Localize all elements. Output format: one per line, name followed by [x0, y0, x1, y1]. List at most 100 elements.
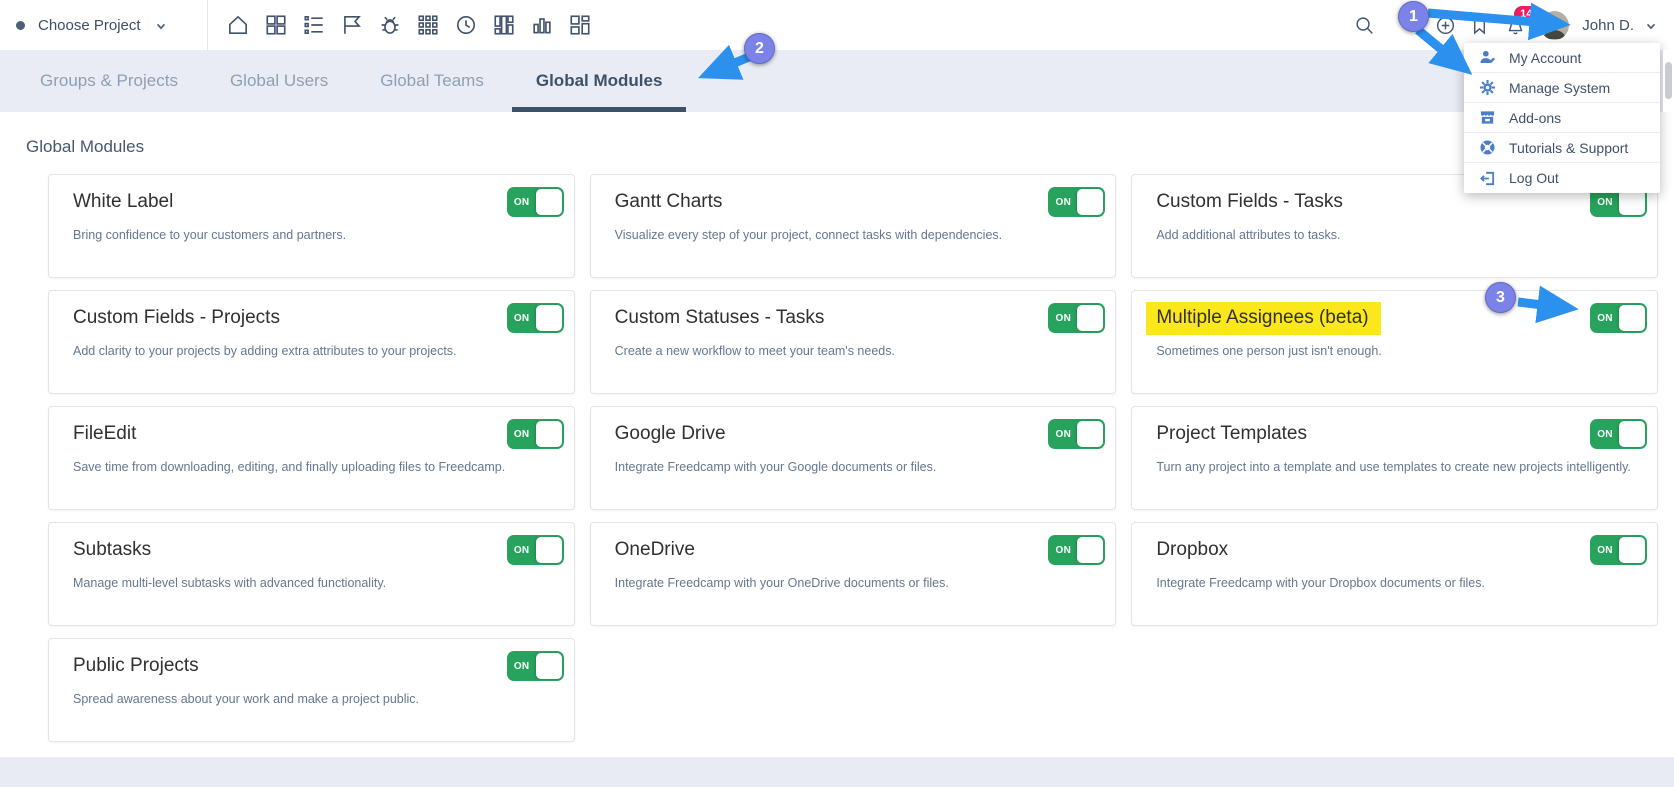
log-out-icon	[1479, 170, 1496, 187]
module-description: Add additional attributes to tasks.	[1156, 228, 1633, 242]
module-card: Project Templates Turn any project into …	[1131, 406, 1658, 510]
module-description: Visualize every step of your project, co…	[615, 228, 1092, 242]
module-title: Google Drive	[615, 421, 726, 447]
reports-icon[interactable]	[530, 13, 554, 37]
toggle-on-label: ON	[1048, 429, 1078, 440]
issues-icon[interactable]	[378, 13, 402, 37]
applications-icon[interactable]	[416, 13, 440, 37]
module-toggle[interactable]: ON	[1048, 303, 1105, 333]
toggle-knob	[536, 653, 562, 679]
home-icon[interactable]	[226, 13, 250, 37]
footer-bar	[0, 757, 1674, 787]
tasks-icon[interactable]	[302, 13, 326, 37]
module-description: Add clarity to your projects by adding e…	[73, 344, 550, 358]
module-description: Spread awareness about your work and mak…	[73, 692, 550, 706]
user-menu-item[interactable]: Tutorials & Support	[1464, 133, 1660, 163]
module-toggle[interactable]: ON	[1048, 419, 1105, 449]
tab[interactable]: Global Modules	[512, 50, 687, 112]
toggle-knob	[1077, 305, 1103, 331]
project-color-dot	[16, 21, 25, 30]
chevron-down-icon	[155, 19, 167, 31]
module-card: Google Drive Integrate Freedcamp with yo…	[590, 406, 1117, 510]
toggle-knob	[1619, 305, 1645, 331]
toggle-knob	[536, 537, 562, 563]
toggle-knob	[536, 421, 562, 447]
user-avatar[interactable]	[1540, 11, 1569, 40]
toggle-on-label: ON	[1590, 197, 1620, 208]
module-card: Subtasks Manage multi-level subtasks wit…	[48, 522, 575, 626]
module-title: Custom Statuses - Tasks	[615, 305, 825, 331]
module-toggle[interactable]: ON	[507, 535, 564, 565]
user-menu-item-label: Add-ons	[1509, 110, 1561, 126]
kanban-icon[interactable]	[492, 13, 516, 37]
module-description: Bring confidence to your customers and p…	[73, 228, 550, 242]
tab[interactable]: Global Teams	[356, 50, 508, 112]
toggle-on-label: ON	[1590, 545, 1620, 556]
modules-grid: White Label Bring confidence to your cus…	[0, 157, 1674, 742]
user-menu-item[interactable]: My Account	[1464, 43, 1660, 73]
module-title: Multiple Assignees (beta)	[1146, 302, 1380, 335]
module-toggle[interactable]: ON	[1048, 187, 1105, 217]
module-toggle[interactable]: ON	[1048, 535, 1105, 565]
toggle-knob	[536, 189, 562, 215]
dashboard-icon[interactable]	[264, 13, 288, 37]
manage-system-icon	[1479, 79, 1496, 96]
user-menu-item[interactable]: Add-ons	[1464, 103, 1660, 133]
module-card: Gantt Charts Visualize every step of you…	[590, 174, 1117, 278]
user-menu-item-label: My Account	[1509, 50, 1581, 66]
toggle-on-label: ON	[1048, 197, 1078, 208]
user-menu-chevron-icon[interactable]	[1645, 19, 1657, 31]
tab[interactable]: Groups & Projects	[16, 50, 202, 112]
module-title: Custom Fields - Projects	[73, 305, 280, 331]
add-ons-icon	[1479, 109, 1496, 126]
toggle-knob	[1077, 189, 1103, 215]
widgets-icon[interactable]	[568, 13, 592, 37]
toggle-knob	[1619, 537, 1645, 563]
module-toggle[interactable]: ON	[1590, 535, 1647, 565]
search-icon[interactable]	[1354, 15, 1375, 36]
module-description: Create a new workflow to meet your team'…	[615, 344, 1092, 358]
module-title: Subtasks	[73, 537, 151, 563]
project-selector-label: Choose Project	[38, 17, 141, 34]
my-account-icon	[1479, 49, 1496, 66]
user-menu-item[interactable]: Manage System	[1464, 73, 1660, 103]
user-menu-item[interactable]: Log Out	[1464, 163, 1660, 193]
add-icon[interactable]	[1435, 15, 1456, 36]
module-card: White Label Bring confidence to your cus…	[48, 174, 575, 278]
module-card: Custom Fields - Projects Add clarity to …	[48, 290, 575, 394]
module-toggle[interactable]: ON	[507, 651, 564, 681]
topbar: Choose Project 14 John D.	[0, 0, 1674, 50]
toggle-on-label: ON	[507, 313, 537, 324]
module-description: Save time from downloading, editing, and…	[73, 460, 550, 474]
module-toggle[interactable]: ON	[1590, 303, 1647, 333]
time-icon[interactable]	[454, 13, 478, 37]
module-card: Custom Statuses - Tasks Create a new wor…	[590, 290, 1117, 394]
notifications-bell-icon[interactable]: 14	[1505, 15, 1526, 36]
toggle-knob	[536, 305, 562, 331]
module-toggle[interactable]: ON	[507, 419, 564, 449]
project-selector[interactable]: Choose Project	[0, 0, 207, 50]
toggle-on-label: ON	[1048, 313, 1078, 324]
toggle-knob	[1619, 421, 1645, 447]
module-description: Integrate Freedcamp with your OneDrive d…	[615, 576, 1092, 590]
bookmark-icon[interactable]	[1469, 15, 1490, 36]
topbar-actions: 14 John D.	[1354, 11, 1674, 40]
module-toggle[interactable]: ON	[1590, 419, 1647, 449]
tab-bar: Groups & Projects Global Users Global Te…	[0, 50, 1674, 112]
user-menu-item-label: Log Out	[1509, 170, 1559, 186]
module-toggle[interactable]: ON	[507, 187, 564, 217]
user-menu-item-label: Manage System	[1509, 80, 1610, 96]
user-menu-item-label: Tutorials & Support	[1509, 140, 1628, 156]
toggle-knob	[1077, 421, 1103, 447]
user-menu: My Account Manage System Add-ons Tutoria…	[1464, 43, 1660, 193]
module-description: Turn any project into a template and use…	[1156, 460, 1633, 474]
module-title: OneDrive	[615, 537, 695, 563]
tab[interactable]: Global Users	[206, 50, 352, 112]
toggle-on-label: ON	[507, 429, 537, 440]
user-name[interactable]: John D.	[1582, 17, 1634, 34]
module-title: Gantt Charts	[615, 189, 723, 215]
milestones-icon[interactable]	[340, 13, 364, 37]
scrollbar-thumb[interactable]	[1665, 62, 1672, 99]
module-toggle[interactable]: ON	[507, 303, 564, 333]
module-card: FileEdit Save time from downloading, edi…	[48, 406, 575, 510]
